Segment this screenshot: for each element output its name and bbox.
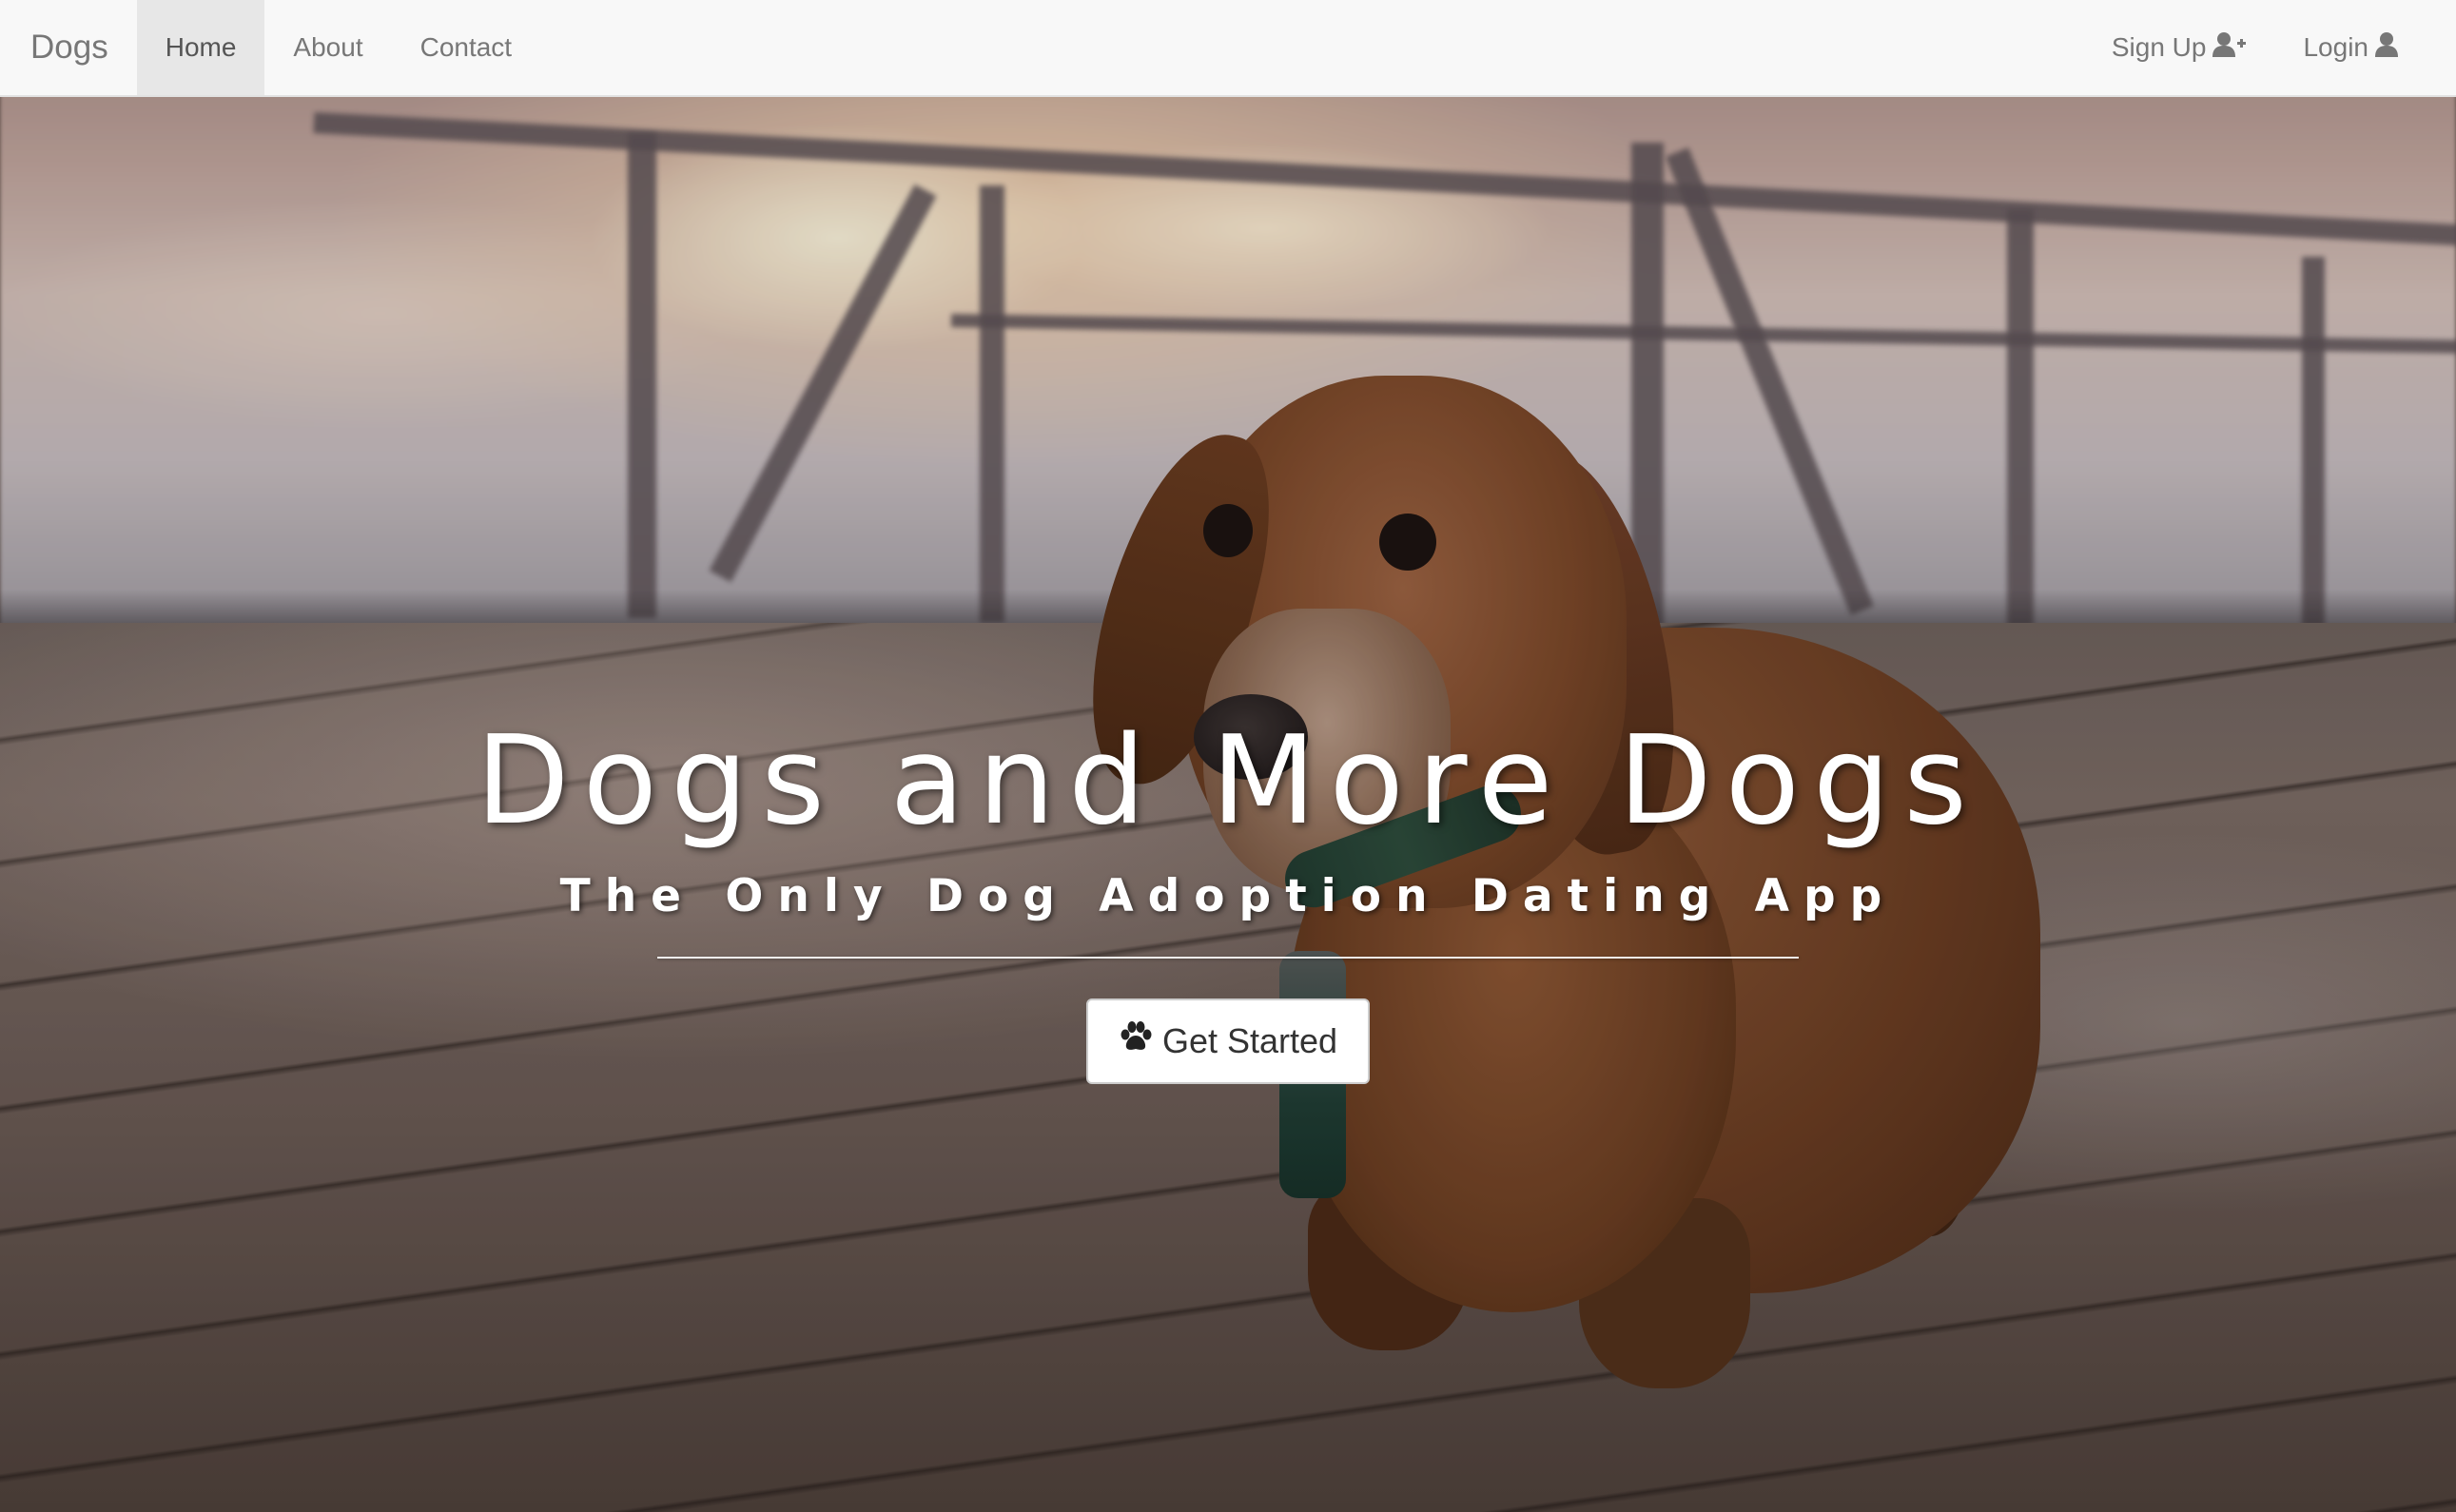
nav-about[interactable]: About xyxy=(264,0,391,95)
hero-divider xyxy=(657,956,1799,959)
page: Dogs Home About Contact Sign Up Login Do… xyxy=(0,0,2456,1512)
nav-home[interactable]: Home xyxy=(136,0,265,95)
user-plus-icon xyxy=(2212,31,2247,65)
login-label: Login xyxy=(2303,32,2368,62)
hero-title: Dogs and More Dogs xyxy=(476,710,1980,852)
sign-up-link[interactable]: Sign Up xyxy=(2083,0,2275,95)
user-icon xyxy=(2374,31,2399,65)
sign-up-label: Sign Up xyxy=(2111,32,2207,62)
brand-link[interactable]: Dogs xyxy=(0,0,137,95)
get-started-label: Get Started xyxy=(1161,1020,1338,1060)
nav-contact[interactable]: Contact xyxy=(392,0,541,95)
paw-icon xyxy=(1119,1020,1153,1061)
top-navbar: Dogs Home About Contact Sign Up Login xyxy=(0,0,2456,97)
get-started-button[interactable]: Get Started xyxy=(1085,998,1371,1084)
login-link[interactable]: Login xyxy=(2274,0,2456,95)
hero-subtitle: The Only Dog Adoption Dating App xyxy=(559,869,1897,922)
hero-content: Dogs and More Dogs The Only Dog Adoption… xyxy=(0,708,2456,1084)
